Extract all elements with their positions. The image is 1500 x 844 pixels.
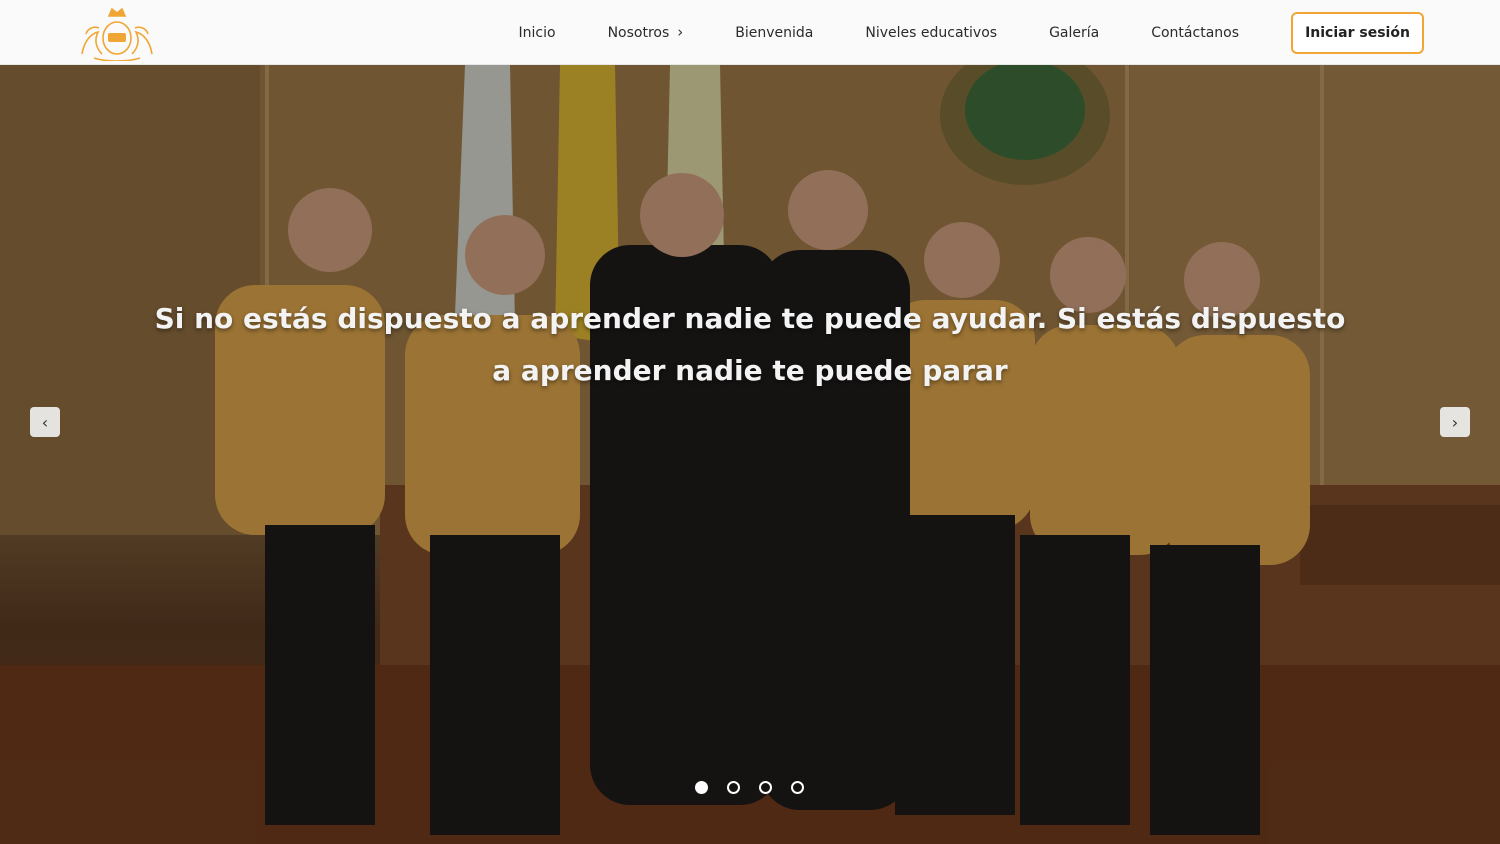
chevron-right-icon: › xyxy=(1451,412,1459,432)
hero-carousel: Si no estás dispuesto a aprender nadie t… xyxy=(0,65,1500,844)
nav-item-bienvenida[interactable]: Bienvenida xyxy=(735,25,813,41)
login-button[interactable]: Iniciar sesión xyxy=(1291,11,1424,54)
nav-item-inicio[interactable]: Inicio xyxy=(519,25,556,41)
main-nav: Inicio Nosotros › Bienvenida Niveles edu… xyxy=(519,0,1500,65)
carousel-prev-button[interactable]: ‹ xyxy=(30,407,60,437)
hero-quote: Si no estás dispuesto a aprender nadie t… xyxy=(154,302,1346,387)
chevron-left-icon: ‹ xyxy=(41,412,49,432)
carousel-indicators xyxy=(695,781,804,794)
nav-item-niveles-educativos[interactable]: Niveles educativos xyxy=(865,25,997,41)
nav-item-label: Galería xyxy=(1049,24,1100,41)
chevron-right-icon: › xyxy=(677,23,684,41)
carousel-dot-1[interactable] xyxy=(695,781,708,794)
navbar: Inicio Nosotros › Bienvenida Niveles edu… xyxy=(0,0,1500,65)
carousel-dot-2[interactable] xyxy=(727,781,740,794)
nav-item-nosotros[interactable]: Nosotros › xyxy=(608,25,684,41)
nav-item-label: Bienvenida xyxy=(735,24,814,41)
nav-item-label: Inicio xyxy=(518,24,556,41)
crest-logo-icon[interactable] xyxy=(72,4,162,61)
carousel-dot-4[interactable] xyxy=(791,781,804,794)
carousel-dot-3[interactable] xyxy=(759,781,772,794)
nav-item-label: Nosotros xyxy=(607,24,670,41)
carousel-next-button[interactable]: › xyxy=(1440,407,1470,437)
hero-overlay xyxy=(0,65,1500,844)
nav-item-label: Contáctanos xyxy=(1151,24,1239,41)
nav-item-galeria[interactable]: Galería xyxy=(1049,25,1099,41)
nav-item-contactanos[interactable]: Contáctanos xyxy=(1151,25,1239,41)
nav-item-label: Niveles educativos xyxy=(865,24,998,41)
